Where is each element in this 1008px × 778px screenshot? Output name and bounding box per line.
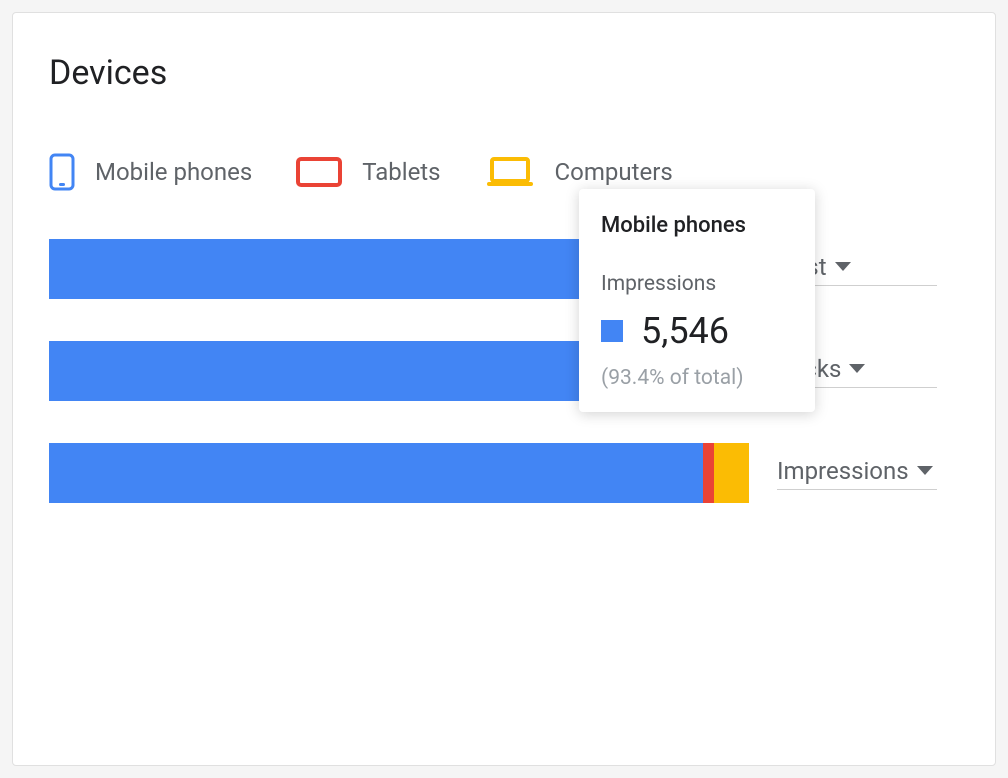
legend-label: Mobile phones [95,158,252,186]
bar-segment-computers[interactable] [714,443,749,503]
tablet-icon [296,156,342,188]
chevron-down-icon [835,262,851,271]
chart-row-impressions: Impressions [49,443,959,503]
legend-item-mobile[interactable]: Mobile phones [49,153,252,191]
chart-row-cost: Cost [49,239,959,299]
chart-row-clicks: Clicks [49,341,959,401]
legend-label: Computers [555,158,673,186]
tooltip-percent: (93.4% of total) [601,366,793,390]
legend-item-computers[interactable]: Computers [485,156,673,188]
tooltip-color-swatch [601,320,623,342]
tooltip-value: 5,546 [641,310,729,352]
mobile-phone-icon [49,153,75,191]
metric-select-impressions[interactable]: Impressions [777,457,937,490]
tooltip-metric: Impressions [601,272,793,296]
bar-segment-mobile[interactable] [49,443,703,503]
tooltip: Mobile phones Impressions 5,546 (93.4% o… [579,189,815,412]
legend-label: Tablets [362,158,440,186]
bar-segment-mobile[interactable] [49,341,595,401]
legend-item-tablets[interactable]: Tablets [296,156,440,188]
devices-card: Devices Mobile phones Tablets [12,12,996,766]
chevron-down-icon [849,364,865,373]
legend: Mobile phones Tablets Computers [49,153,959,191]
bar-segment-mobile[interactable] [49,239,595,299]
laptop-icon [485,156,535,188]
metric-label: Impressions [777,457,909,485]
card-title: Devices [49,53,959,93]
chart-rows: Cost Clicks Impressions [49,239,959,503]
bar-track[interactable] [49,443,749,503]
chevron-down-icon [917,466,933,475]
tooltip-value-row: 5,546 [601,310,793,352]
tooltip-title: Mobile phones [601,213,793,238]
bar-segment-tablets[interactable] [703,443,714,503]
